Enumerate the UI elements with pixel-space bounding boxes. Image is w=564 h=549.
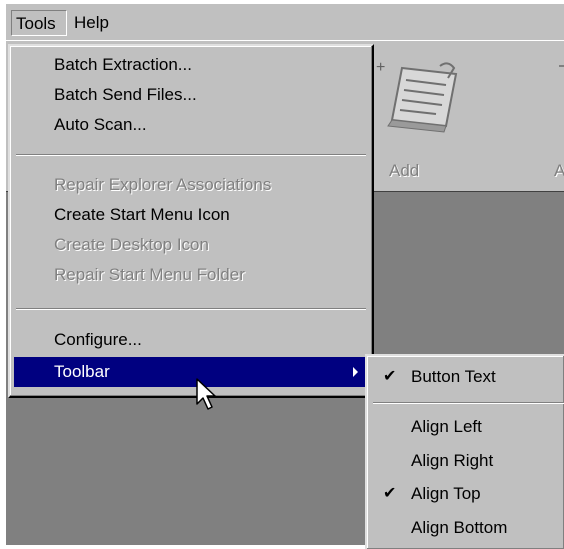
menu-bar: Tools Help <box>6 4 564 41</box>
submenu-item-label: Align Right <box>411 451 494 470</box>
tools-menu: Batch Extraction... Batch Send Files... … <box>8 44 374 398</box>
submenu-item-align-top[interactable]: ✔ Align Top <box>371 479 564 509</box>
toolbar-separator <box>559 65 564 67</box>
menu-item-label: Batch Extraction... <box>54 55 192 74</box>
submenu-item-align-bottom[interactable]: Align Bottom <box>371 513 564 543</box>
toolbar-submenu: ✔ Button Text Align Left Align Right ✔ A… <box>365 354 564 549</box>
menu-item-create-desktop-icon: Create Desktop Icon <box>14 230 368 260</box>
menu-separator <box>16 308 366 310</box>
checkmark-icon: ✔ <box>383 368 397 385</box>
menu-item-label: Configure... <box>54 330 142 349</box>
menu-item-label: Repair Start Menu Folder <box>54 265 245 284</box>
menu-item-batch-extraction[interactable]: Batch Extraction... <box>14 50 368 80</box>
add-document-icon[interactable]: + <box>374 58 466 138</box>
menu-item-label: Auto Scan... <box>54 115 147 134</box>
menu-help[interactable]: Help <box>70 10 130 36</box>
submenu-item-align-right[interactable]: Align Right <box>371 446 564 476</box>
menu-item-label: Toolbar <box>54 362 110 381</box>
checkmark-icon: ✔ <box>383 485 397 502</box>
menu-item-create-start-menu-icon[interactable]: Create Start Menu Icon <box>14 200 368 230</box>
menu-item-toolbar[interactable]: Toolbar <box>14 357 368 387</box>
menu-separator <box>16 154 366 156</box>
menu-tools[interactable]: Tools <box>11 10 67 36</box>
submenu-item-label: Button Text <box>411 367 496 386</box>
submenu-item-button-text[interactable]: ✔ Button Text <box>371 362 564 392</box>
menu-item-label: Batch Send Files... <box>54 85 197 104</box>
submenu-arrow-icon <box>353 367 358 377</box>
menu-item-batch-send-files[interactable]: Batch Send Files... <box>14 80 368 110</box>
menu-item-repair-explorer-associations: Repair Explorer Associations <box>14 170 368 200</box>
toolbar-add-label: Add <box>389 161 420 180</box>
mouse-pointer-icon <box>196 378 216 410</box>
submenu-item-label: Align Left <box>411 417 482 436</box>
menu-item-repair-start-menu-folder: Repair Start Menu Folder <box>14 260 368 290</box>
menu-separator <box>373 402 564 404</box>
submenu-item-align-left[interactable]: Align Left <box>371 412 564 442</box>
menu-item-label: Repair Explorer Associations <box>54 175 272 194</box>
menu-item-label: Create Desktop Icon <box>54 235 209 254</box>
toolbar-next-label: A <box>554 161 564 180</box>
svg-text:+: + <box>376 59 385 76</box>
menu-item-auto-scan[interactable]: Auto Scan... <box>14 110 368 140</box>
menu-item-configure[interactable]: Configure... <box>14 325 368 355</box>
submenu-item-label: Align Top <box>411 484 481 503</box>
menu-item-label: Create Start Menu Icon <box>54 205 230 224</box>
submenu-item-label: Align Bottom <box>411 518 508 537</box>
